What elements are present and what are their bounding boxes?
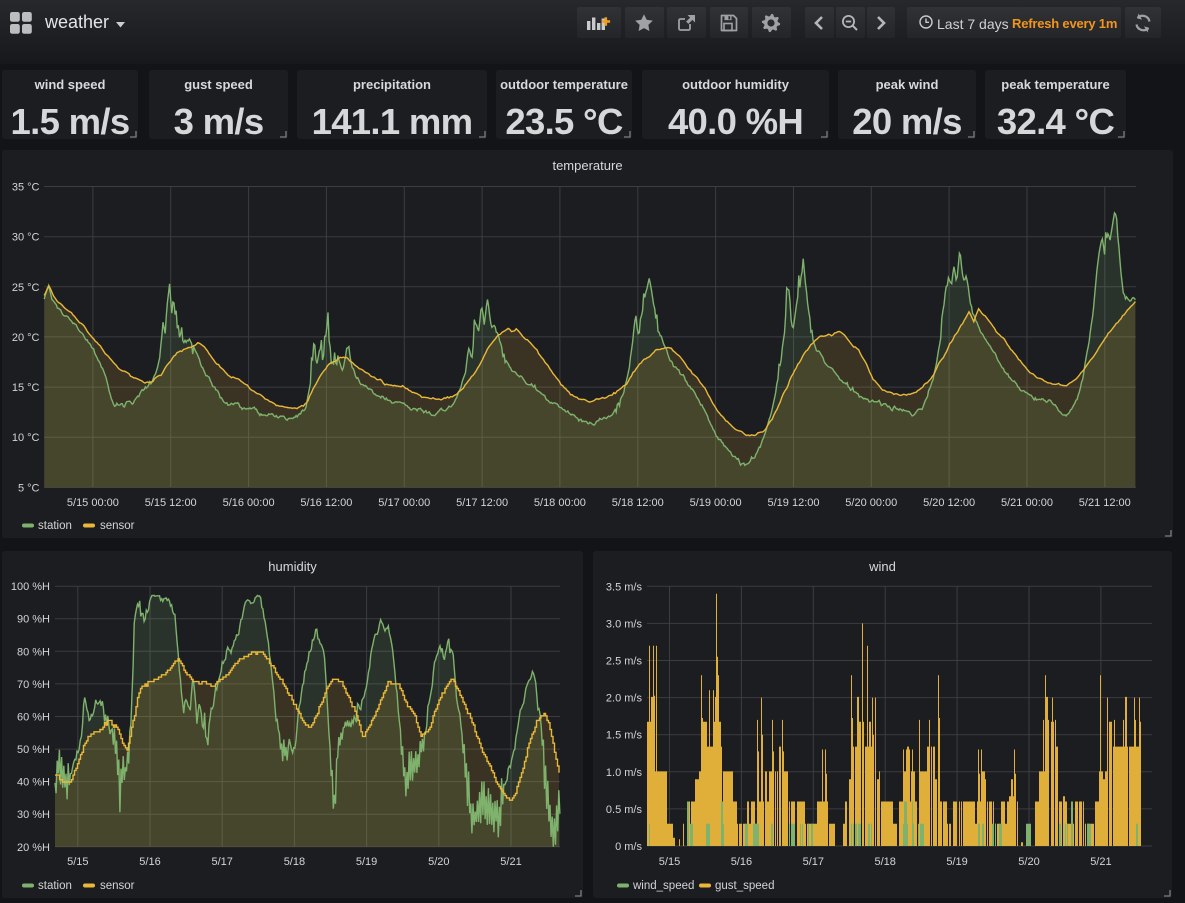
svg-text:0.5 m/s: 0.5 m/s [606,804,643,816]
svg-text:5/18 12:00: 5/18 12:00 [612,497,664,509]
svg-text:5/16 00:00: 5/16 00:00 [223,497,275,509]
svg-text:0 m/s: 0 m/s [615,841,642,853]
svg-text:5/18: 5/18 [874,856,895,868]
svg-text:sensor: sensor [100,880,135,892]
svg-text:1.0 m/s: 1.0 m/s [606,767,643,779]
svg-text:5/21 00:00: 5/21 00:00 [1001,497,1053,509]
svg-text:5/21 12:00: 5/21 12:00 [1079,497,1131,509]
svg-text:station: station [38,880,72,892]
svg-text:20 %H: 20 %H [17,842,50,854]
svg-text:5/18 00:00: 5/18 00:00 [534,497,586,509]
svg-text:5/16 12:00: 5/16 12:00 [300,497,352,509]
svg-text:3.0 m/s: 3.0 m/s [606,618,643,630]
svg-text:25 °C: 25 °C [12,282,40,294]
svg-text:15 °C: 15 °C [12,382,40,394]
svg-text:5/21: 5/21 [500,856,521,868]
svg-text:5/21: 5/21 [1090,856,1111,868]
svg-text:40 %H: 40 %H [17,777,50,789]
svg-text:2.5 m/s: 2.5 m/s [606,656,643,668]
svg-text:5/19: 5/19 [946,856,967,868]
svg-text:5/15 12:00: 5/15 12:00 [145,497,197,509]
svg-text:5 °C: 5 °C [18,482,40,494]
svg-text:5/20: 5/20 [428,856,449,868]
svg-text:gust_speed: gust_speed [715,880,774,892]
svg-text:70 %H: 70 %H [17,679,50,691]
svg-text:10 °C: 10 °C [12,432,40,444]
svg-text:sensor: sensor [100,520,135,532]
svg-text:5/20 12:00: 5/20 12:00 [923,497,975,509]
svg-text:5/17 12:00: 5/17 12:00 [456,497,508,509]
svg-text:5/15: 5/15 [67,856,88,868]
svg-text:5/15 00:00: 5/15 00:00 [67,497,119,509]
svg-text:5/16: 5/16 [731,856,752,868]
svg-text:60 %H: 60 %H [17,712,50,724]
svg-text:5/20: 5/20 [1018,856,1039,868]
svg-text:5/20 00:00: 5/20 00:00 [845,497,897,509]
svg-text:80 %H: 80 %H [17,646,50,658]
svg-text:5/15: 5/15 [659,856,680,868]
svg-text:station: station [38,520,72,532]
svg-text:5/18: 5/18 [284,856,305,868]
svg-text:5/19: 5/19 [356,856,377,868]
svg-text:30 °C: 30 °C [12,232,40,244]
svg-text:20 °C: 20 °C [12,332,40,344]
svg-text:5/16: 5/16 [139,856,160,868]
svg-text:5/19 12:00: 5/19 12:00 [768,497,820,509]
svg-text:5/19 00:00: 5/19 00:00 [690,497,742,509]
svg-text:3.5 m/s: 3.5 m/s [606,581,643,593]
svg-text:2.0 m/s: 2.0 m/s [606,693,643,705]
svg-text:50 %H: 50 %H [17,744,50,756]
svg-text:30 %H: 30 %H [17,809,50,821]
svg-text:1.5 m/s: 1.5 m/s [606,730,643,742]
svg-text:5/17: 5/17 [211,856,232,868]
svg-text:35 °C: 35 °C [12,182,40,194]
svg-text:100 %H: 100 %H [11,581,50,593]
svg-text:5/17 00:00: 5/17 00:00 [378,497,430,509]
svg-text:wind_speed: wind_speed [632,880,694,892]
svg-text:90 %H: 90 %H [17,614,50,626]
svg-text:5/17: 5/17 [803,856,824,868]
